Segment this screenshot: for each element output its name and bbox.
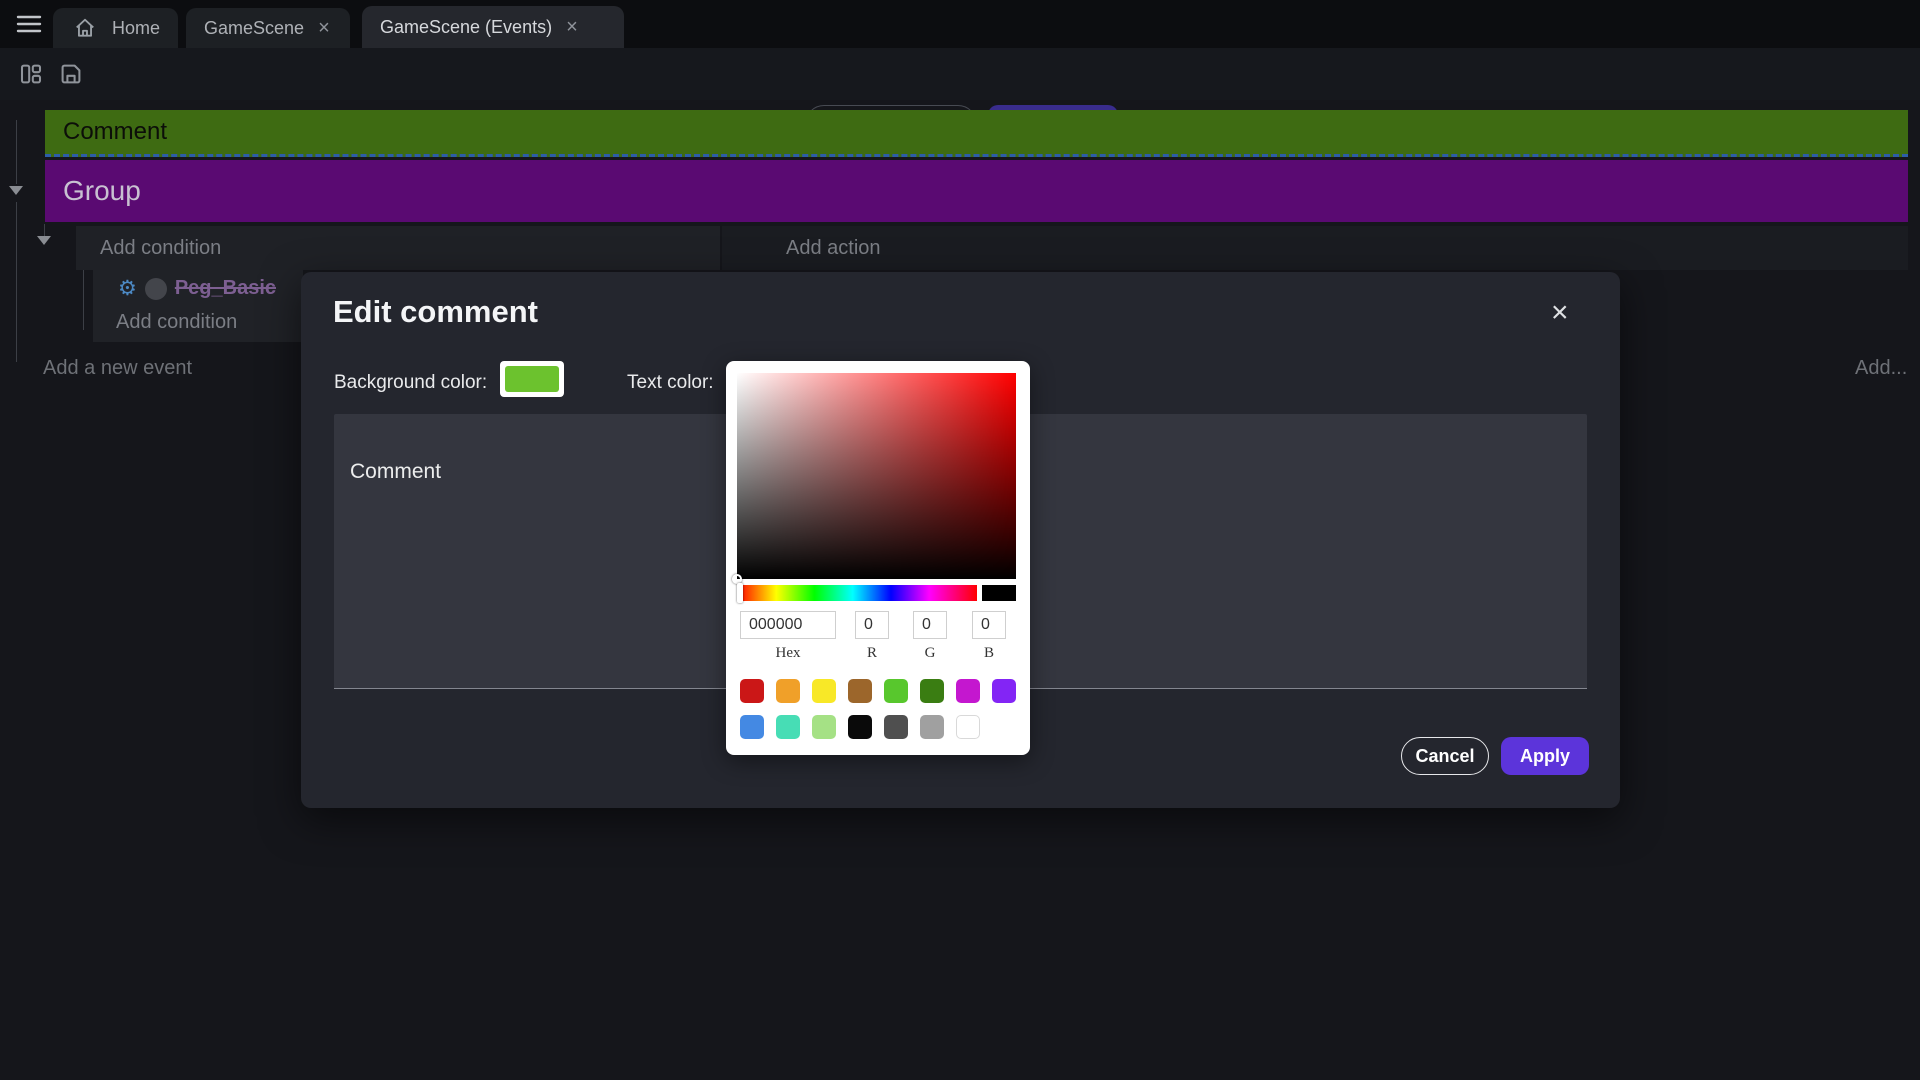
text-color-label: Text color: xyxy=(627,372,714,394)
sub-event-row[interactable]: ⚙ Peg_Basic Add condition xyxy=(93,270,303,342)
toolbar: Preview ▼ Publish xyxy=(0,48,1920,100)
add-action-label: Add action xyxy=(786,237,881,260)
color-swatch[interactable] xyxy=(812,679,836,703)
color-swatch[interactable] xyxy=(956,679,980,703)
add-new-event-button[interactable]: Add a new event xyxy=(43,357,192,380)
add-condition-cell[interactable]: Add condition xyxy=(76,226,720,270)
red-input-label: R xyxy=(855,645,889,662)
tab-gamescene-events[interactable]: GameScene (Events) × xyxy=(362,6,624,48)
add-more-button[interactable]: Add... xyxy=(1855,357,1907,380)
color-swatch[interactable] xyxy=(920,715,944,739)
hex-input[interactable] xyxy=(740,611,836,639)
swatch-row-2 xyxy=(740,715,980,739)
saturation-gradient[interactable] xyxy=(737,373,1016,579)
object-thumbnail-circle xyxy=(145,278,167,300)
hue-slider-thumb[interactable] xyxy=(737,583,743,603)
color-swatch[interactable] xyxy=(740,679,764,703)
color-swatch[interactable] xyxy=(812,715,836,739)
comment-event-bar[interactable]: Comment xyxy=(45,110,1908,157)
hex-input-label: Hex xyxy=(740,645,836,662)
green-input-label: G xyxy=(913,645,947,662)
color-swatch[interactable] xyxy=(848,679,872,703)
swatch-row-1 xyxy=(740,679,1016,703)
object-event-label: Peg_Basic xyxy=(175,277,276,300)
color-swatch[interactable] xyxy=(992,679,1016,703)
background-color-value xyxy=(505,366,559,392)
tab-label: GameScene xyxy=(204,18,304,39)
tab-gamescene[interactable]: GameScene × xyxy=(186,8,350,48)
close-icon[interactable]: × xyxy=(564,17,580,37)
tree-guide-line xyxy=(16,202,17,362)
group-event-text: Group xyxy=(63,175,141,207)
current-color-preview xyxy=(982,585,1016,601)
app-window: Home GameScene × GameScene (Events) × Pr… xyxy=(0,0,1920,1080)
add-action-cell[interactable]: Add action xyxy=(722,226,1908,270)
tab-label: Home xyxy=(112,18,160,39)
hue-slider[interactable] xyxy=(738,585,977,601)
collapse-arrow-icon[interactable] xyxy=(9,186,23,195)
color-swatch[interactable] xyxy=(776,679,800,703)
tab-bar: Home GameScene × GameScene (Events) × xyxy=(0,0,1920,48)
color-swatch[interactable] xyxy=(956,715,980,739)
color-swatch[interactable] xyxy=(740,715,764,739)
blue-input[interactable] xyxy=(972,611,1006,639)
color-swatch[interactable] xyxy=(776,715,800,739)
cancel-button[interactable]: Cancel xyxy=(1401,737,1489,775)
color-swatch[interactable] xyxy=(884,679,908,703)
collapse-arrow-icon[interactable] xyxy=(37,236,51,245)
toggle-panels-button[interactable] xyxy=(16,59,46,89)
blue-input-label: B xyxy=(972,645,1006,662)
add-condition-label[interactable]: Add condition xyxy=(116,311,237,333)
green-input[interactable] xyxy=(913,611,947,639)
tab-home[interactable]: Home xyxy=(53,8,178,48)
add-condition-label: Add condition xyxy=(100,237,221,260)
red-input[interactable] xyxy=(855,611,889,639)
color-swatch[interactable] xyxy=(884,715,908,739)
tree-guide-line xyxy=(83,262,84,330)
dialog-title: Edit comment xyxy=(333,294,538,330)
color-picker-popup: Hex R G B xyxy=(726,361,1030,755)
tree-guide-line xyxy=(44,224,45,236)
background-color-swatch[interactable] xyxy=(500,361,564,397)
hamburger-menu-button[interactable] xyxy=(16,13,42,40)
comment-event-text: Comment xyxy=(63,118,167,146)
close-icon[interactable]: × xyxy=(316,18,332,38)
background-color-label: Background color: xyxy=(334,372,487,394)
group-event-bar[interactable]: Group xyxy=(45,160,1908,222)
color-swatch[interactable] xyxy=(920,679,944,703)
save-icon[interactable] xyxy=(56,59,86,89)
comment-text: Comment xyxy=(350,460,441,483)
tab-label: GameScene (Events) xyxy=(380,17,552,38)
close-icon[interactable]: × xyxy=(1547,294,1573,332)
color-swatch[interactable] xyxy=(848,715,872,739)
apply-button[interactable]: Apply xyxy=(1501,737,1589,775)
gear-icon: ⚙ xyxy=(118,276,137,301)
home-icon xyxy=(71,13,100,43)
tree-guide-line xyxy=(16,120,17,184)
